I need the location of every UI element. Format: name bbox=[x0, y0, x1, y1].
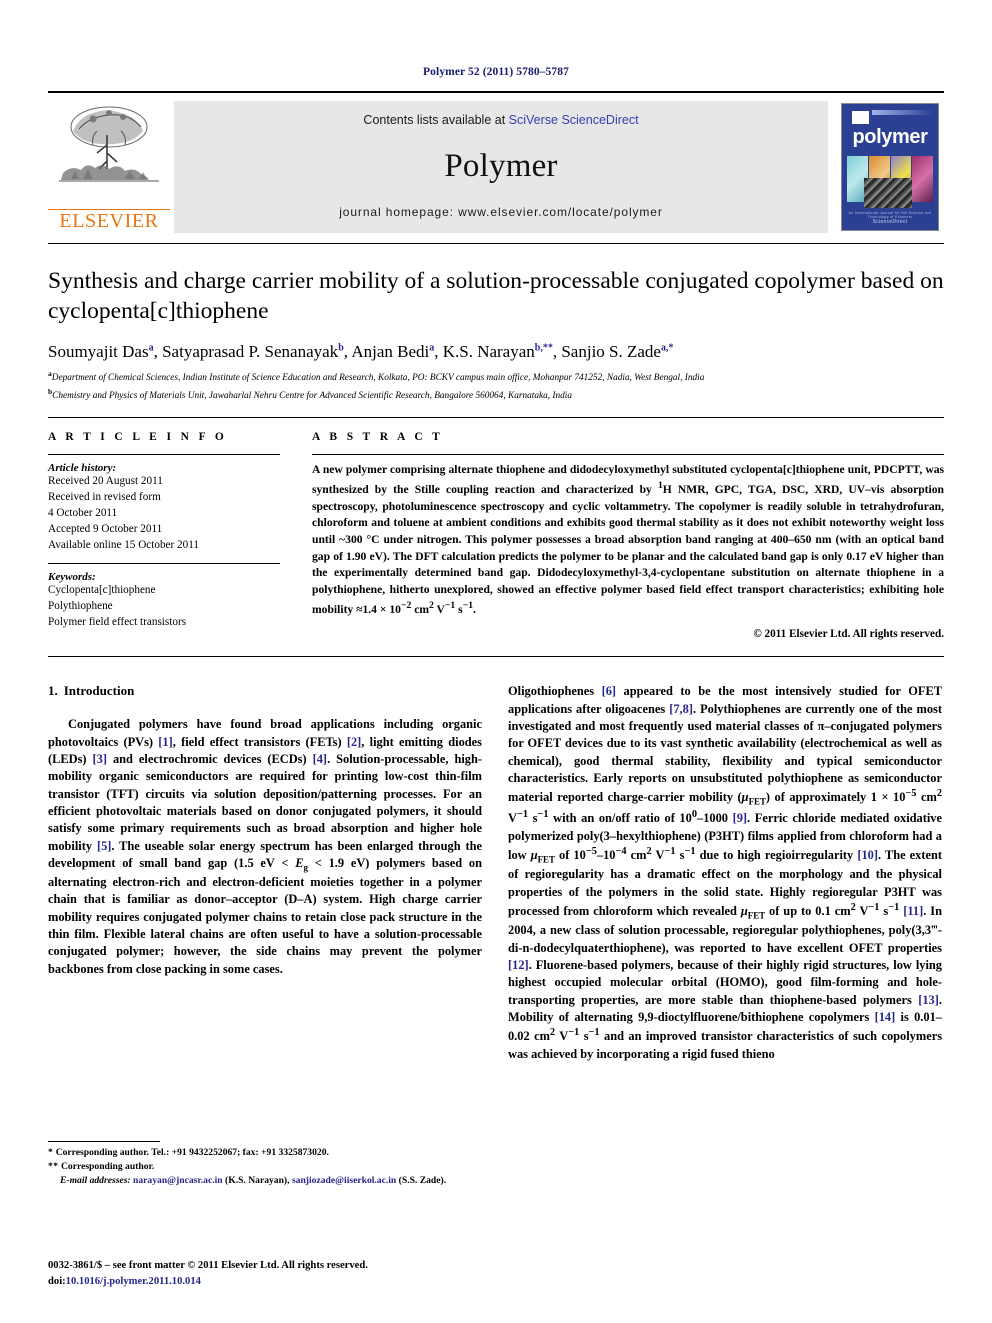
footnote-text-1: Corresponding author. Tel.: +91 94322520… bbox=[55, 1146, 329, 1158]
abstract-text: A new polymer comprising alternate thiop… bbox=[312, 462, 944, 618]
masthead-bottom-rule bbox=[48, 243, 944, 244]
paper-page: Polymer 52 (2011) 5780–5787 ELSEVIER Con… bbox=[0, 0, 992, 1323]
footnote-text-2: Corresponding author. bbox=[61, 1160, 155, 1172]
running-head: Polymer 52 (2011) 5780–5787 bbox=[423, 66, 569, 78]
abstract-label: A B S T R A C T bbox=[312, 431, 444, 444]
affiliation-b-text: Chemistry and Physics of Materials Unit,… bbox=[52, 390, 573, 401]
author-3: Anjan Bedia bbox=[351, 342, 435, 362]
affiliation-a-text: Department of Chemical Sciences, Indian … bbox=[51, 373, 705, 384]
section-heading-introduction: 1. Introduction bbox=[48, 683, 482, 699]
affiliation-b: bChemistry and Physics of Materials Unit… bbox=[48, 387, 944, 404]
page-footer: 0032-3861/$ – see front matter © 2011 El… bbox=[48, 1258, 488, 1290]
journal-homepage[interactable]: journal homepage: www.elsevier.com/locat… bbox=[339, 205, 663, 219]
abstract-column: A B S T R A C T A new polymer comprising… bbox=[312, 431, 944, 640]
author-5: Sanjio S. Zadea,* bbox=[561, 342, 674, 362]
doi-link[interactable]: 10.1016/j.polymer.2011.10.014 bbox=[66, 1276, 201, 1287]
author-4: K.S. Narayanb,** bbox=[442, 342, 553, 362]
section-number: 1. bbox=[48, 683, 58, 699]
cover-micrograph bbox=[864, 178, 912, 208]
author-1: Soumyajit Dasa bbox=[48, 342, 154, 362]
body-column-right: Oligothiophenes [6] appeared to be the m… bbox=[508, 683, 942, 1188]
section-title: Introduction bbox=[63, 683, 135, 699]
cover-footer-label: ScienceDirect bbox=[872, 219, 908, 225]
email-label: E-mail addresses: bbox=[60, 1175, 131, 1186]
footnote-emails: E-mail addresses: narayan@jncasr.ac.in (… bbox=[48, 1174, 482, 1188]
email-owner-2: (S.S. Zade). bbox=[398, 1175, 447, 1186]
contents-available-line: Contents lists available at SciVerse Sci… bbox=[363, 113, 638, 127]
body-column-left: 1. Introduction Conjugated polymers have … bbox=[48, 683, 482, 1188]
abstract-part-2: , was synthesized by the Stille coupling… bbox=[312, 463, 945, 616]
contents-prefix: Contents lists available at bbox=[363, 113, 509, 127]
abstract-rule bbox=[312, 454, 944, 456]
author-2: Satyaprasad P. Senanayakb bbox=[162, 342, 344, 362]
footnote-block: * Corresponding author. Tel.: +91 943225… bbox=[48, 1140, 482, 1189]
author-2-marks: b bbox=[338, 342, 344, 354]
cover-footer-subtitle: An International Journal for the Science… bbox=[848, 211, 932, 219]
journal-masthead: ELSEVIER Contents lists available at Sci… bbox=[48, 91, 944, 233]
elsevier-logo-block: ELSEVIER bbox=[48, 101, 170, 233]
author-list: Soumyajit Dasa, Satyaprasad P. Senanayak… bbox=[48, 342, 674, 362]
footer-doi: doi:10.1016/j.polymer.2011.10.014 bbox=[48, 1274, 488, 1290]
footnote-rule bbox=[48, 1140, 160, 1142]
abstract-polymer-name: PDCPTT bbox=[873, 463, 920, 477]
article-info-rule bbox=[48, 454, 280, 456]
email-link-2[interactable]: sanjiozade@iiserkol.ac.in bbox=[292, 1175, 396, 1186]
footnote-corresponding-1: * Corresponding author. Tel.: +91 943225… bbox=[48, 1146, 482, 1160]
email-owner-1: (K.S. Narayan), bbox=[225, 1175, 290, 1186]
intro-paragraph-right: Oligothiophenes [6] appeared to be the m… bbox=[508, 684, 943, 1061]
history-item: Received in revised form bbox=[48, 491, 161, 504]
journal-cover-block: polymer An International Journal for the… bbox=[836, 101, 944, 233]
history-item: Accepted 9 October 2011 bbox=[48, 523, 163, 535]
keywords-rule bbox=[48, 562, 280, 564]
keyword-item: Polymer field effect transistors bbox=[48, 615, 187, 628]
article-info-label: A R T I C L E I N F O bbox=[48, 431, 228, 444]
affiliation-a: aDepartment of Chemical Sciences, Indian… bbox=[48, 369, 944, 386]
cover-title: polymer bbox=[852, 126, 928, 148]
author-4-marks: b,** bbox=[534, 342, 553, 354]
footnote-corresponding-2: ** Corresponding author. bbox=[48, 1160, 482, 1174]
cover-footer: An International Journal for the Science… bbox=[842, 211, 938, 225]
abstract-copyright: © 2011 Elsevier Ltd. All rights reserved… bbox=[753, 628, 944, 641]
history-item: 4 October 2011 bbox=[48, 507, 118, 520]
email-link-1[interactable]: narayan@jncasr.ac.in bbox=[133, 1175, 223, 1186]
article-history-heading: Article history: bbox=[48, 462, 117, 475]
keywords-heading: Keywords: bbox=[48, 570, 96, 583]
article-title: Synthesis and charge carrier mobility of… bbox=[48, 268, 944, 325]
author-3-marks: a bbox=[429, 342, 435, 354]
journal-cover-thumbnail[interactable]: polymer An International Journal for the… bbox=[841, 103, 939, 231]
history-item: Received 20 August 2011 bbox=[48, 475, 163, 488]
intro-paragraph-left: Conjugated polymers have found broad app… bbox=[48, 717, 482, 976]
footnote-mark-2: ** bbox=[48, 1160, 59, 1172]
abstract-bottom-rule bbox=[48, 656, 944, 658]
author-5-marks: a,* bbox=[660, 342, 674, 354]
author-1-marks: a bbox=[148, 342, 154, 354]
footnote-mark-1: * bbox=[48, 1146, 54, 1158]
journal-banner: Contents lists available at SciVerse Sci… bbox=[174, 101, 828, 233]
footer-front-matter: 0032-3861/$ – see front matter © 2011 El… bbox=[48, 1260, 368, 1272]
history-item: Available online 15 October 2011 bbox=[48, 538, 199, 551]
sciencedirect-link[interactable]: SciVerse ScienceDirect bbox=[509, 113, 639, 127]
doi-prefix: doi: bbox=[48, 1276, 66, 1288]
abstract-part-1: A new polymer comprising alternate thiop… bbox=[312, 463, 874, 477]
elsevier-tree-icon bbox=[59, 106, 159, 182]
keyword-item: Cyclopenta[c]thiophene bbox=[48, 583, 156, 596]
keyword-item: Polythiophene bbox=[48, 599, 113, 612]
info-abstract-region: A R T I C L E I N F O Article history: R… bbox=[48, 417, 944, 640]
elsevier-wordmark: ELSEVIER bbox=[48, 209, 170, 231]
cover-publisher-logo-icon bbox=[852, 111, 869, 124]
article-info-column: A R T I C L E I N F O Article history: R… bbox=[48, 431, 280, 640]
cover-top-band bbox=[872, 110, 933, 115]
journal-title: Polymer bbox=[444, 147, 558, 184]
body-columns: 1. Introduction Conjugated polymers have … bbox=[48, 683, 944, 1188]
